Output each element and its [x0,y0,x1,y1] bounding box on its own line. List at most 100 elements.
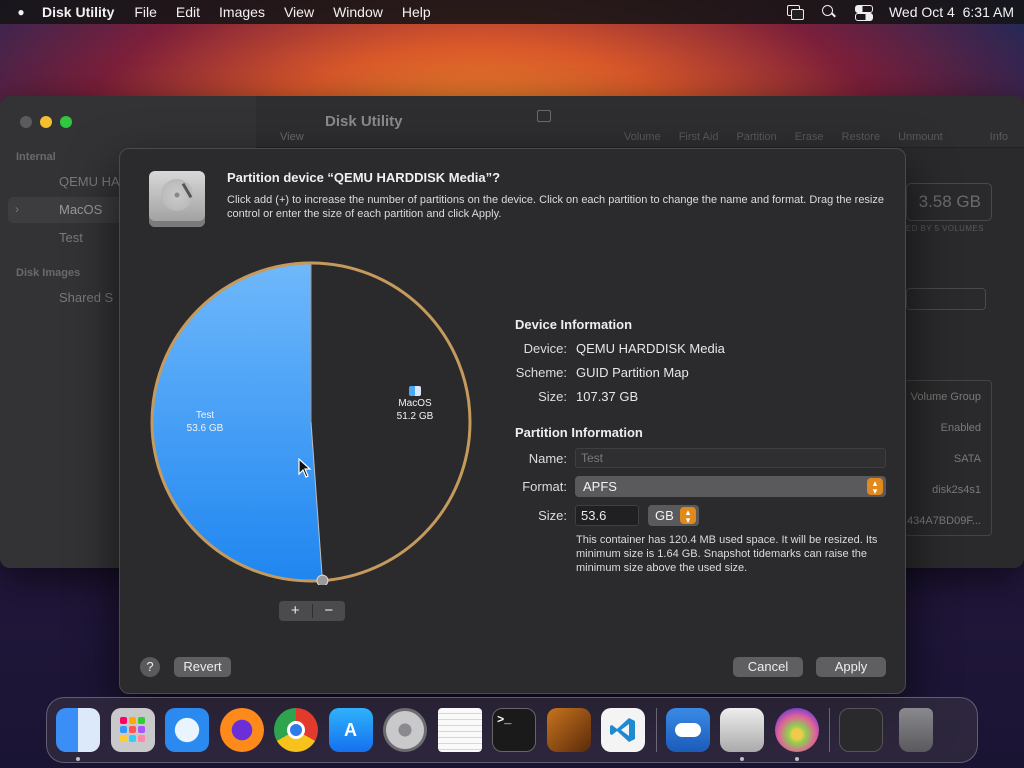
info-cell: 434A7BD09F... [907,515,981,527]
info-cell: Enabled [940,422,981,434]
partition-size-macos: 51.2 GB [396,411,434,422]
partition-button[interactable]: Partition [736,131,776,143]
name-label: Name: [528,451,567,466]
partition-sheet: Partition device “QEMU HARDDISK Media”? … [119,148,906,694]
menu-images[interactable]: Images [219,4,265,20]
window-title: Disk Utility [325,113,403,130]
remove-partition-button[interactable]: − [313,601,346,621]
launchpad-icon[interactable] [110,708,155,752]
control-center-icon[interactable] [854,5,873,21]
apply-button[interactable]: Apply [816,657,886,677]
menubar-clock[interactable]: Wed Oct 4 6:31 AM [889,4,1014,20]
shared-volumes-text: ED BY 5 VOLUMES [906,224,984,233]
menu-bar: ● Disk Utility File Edit Images View Win… [0,0,1024,24]
folder-stack-icon[interactable] [839,708,883,752]
dock: A >_ [46,697,978,763]
partition-size-label: Size: [538,508,567,523]
up-down-chevron-icon: ▴ ▾ [680,507,696,525]
size-note: This container has 120.4 MB used space. … [576,534,878,574]
first-aid-button[interactable]: First Aid [679,131,719,143]
sidebar-toggle-icon[interactable] [537,110,551,122]
help-button[interactable]: ? [140,657,160,677]
info-cell: Volume Group [910,391,981,403]
siri-icon[interactable] [774,708,819,761]
terminal-icon[interactable]: >_ [492,708,536,752]
toolbar-buttons: Volume First Aid Partition Erase Restore… [624,131,943,143]
capacity-value: 3.58 GB [906,183,992,221]
partition-information-header: Partition Information [515,425,643,440]
toolbar: View Disk Utility Volume First Aid Parti… [256,96,1024,148]
partition-name-field[interactable]: Test [575,448,886,468]
disk-utility-icon[interactable] [720,708,764,761]
sheet-description: Click add (+) to increase the number of … [227,194,884,220]
device-label: Device: [523,341,567,356]
revert-button[interactable]: Revert [174,657,231,677]
chrome-icon[interactable] [274,708,318,752]
menu-help[interactable]: Help [402,4,431,20]
partition-pie[interactable]: Test 53.6 GB MacOS 51.2 GB [148,259,474,587]
garageband-icon[interactable] [546,708,591,752]
add-partition-button[interactable]: + [279,601,312,621]
trash-icon[interactable] [898,708,933,752]
volume-button[interactable]: Volume [624,131,661,143]
partition-size-field[interactable]: 53.6 [575,505,639,526]
sidebar-header-disk-images: Disk Images [16,267,81,279]
add-remove-partition-control: + − [279,601,345,621]
hard-disk-icon [149,171,205,227]
sidebar-item-macos[interactable]: MacOS [59,202,102,217]
sidebar-header-internal: Internal [16,151,56,163]
menu-view[interactable]: View [284,4,314,20]
apple-menu-icon[interactable]: ● [10,5,32,19]
vscode-icon[interactable] [601,708,645,752]
menu-edit[interactable]: Edit [176,4,200,20]
zoom-button[interactable] [60,116,72,128]
info-button[interactable]: Info [990,131,1008,143]
sidebar-item-qemu[interactable]: QEMU HA [59,174,120,189]
info-cell: disk2s4s1 [932,484,981,496]
partition-name-macos: MacOS [398,398,432,409]
partition-size-test: 53.6 GB [186,423,224,434]
app-store-icon[interactable]: A [328,708,373,752]
format-label: Format: [522,479,567,494]
dock-separator [829,708,830,752]
sidebar-item-shared[interactable]: Shared S [59,290,113,305]
firefox-icon[interactable] [219,708,264,752]
screen-mirroring-icon[interactable] [786,5,804,20]
erase-button[interactable]: Erase [795,131,824,143]
device-value: QEMU HARDDISK Media [576,341,725,356]
format-select[interactable]: APFS ▴ ▾ [575,476,886,497]
device-size-label: Size: [538,389,567,404]
device-size-value: 107.37 GB [576,389,639,404]
close-button[interactable] [20,116,32,128]
view-label[interactable]: View [280,131,304,143]
finder-icon [409,386,421,396]
partition-label-test: Test 53.6 GB [182,409,228,435]
scheme-value: GUID Partition Map [576,365,689,380]
unmount-button[interactable]: Unmount [898,131,943,143]
restore-button[interactable]: Restore [842,131,881,143]
menu-window[interactable]: Window [333,4,383,20]
weather-icon[interactable] [665,708,710,752]
partition-label-macos: MacOS 51.2 GB [392,386,438,423]
safari-icon[interactable] [165,708,209,752]
menu-file[interactable]: File [134,4,157,20]
partition-name-test: Test [195,410,215,421]
size-unit-value: GB [655,508,674,523]
partition-slice-test[interactable] [152,263,323,581]
device-information-header: Device Information [515,317,633,332]
mouse-cursor-icon [298,458,312,478]
textedit-icon[interactable] [437,708,482,752]
size-unit-select[interactable]: GB ▴ ▾ [648,505,699,526]
info-table: Volume Group Enabled SATA disk2s4s1 434A… [904,380,992,536]
spotlight-search-icon[interactable] [821,5,837,19]
format-value: APFS [583,479,617,494]
cancel-button[interactable]: Cancel [733,657,803,677]
finder-icon[interactable] [56,708,100,761]
dock-separator [655,708,657,752]
menu-app-name[interactable]: Disk Utility [42,4,114,20]
chevron-right-icon[interactable]: › [15,202,19,216]
minimize-button[interactable] [40,116,52,128]
sidebar-item-test[interactable]: Test [59,230,83,245]
system-preferences-icon[interactable] [383,708,427,752]
resize-handle[interactable] [316,574,329,587]
